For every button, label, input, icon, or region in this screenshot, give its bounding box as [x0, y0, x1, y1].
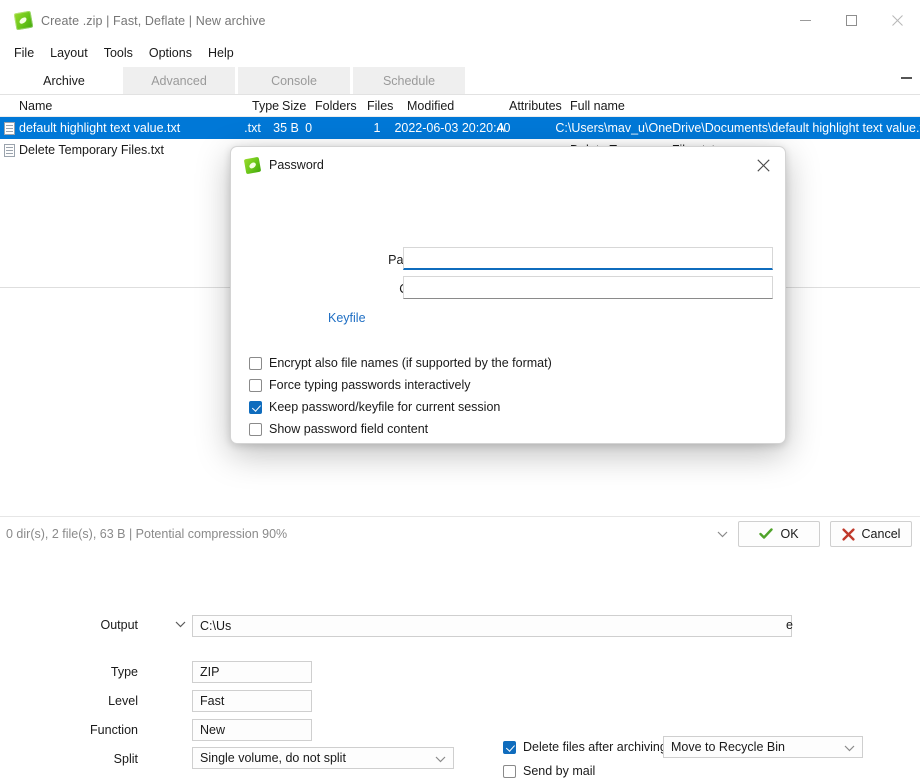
level-combo[interactable]: Fast — [192, 690, 312, 712]
function-combo[interactable]: New — [192, 719, 312, 741]
checkbox-box — [503, 764, 516, 778]
checkbox-box — [249, 422, 262, 436]
password-dialog-title-bar: Password — [231, 147, 785, 183]
password-dialog: Password Password Confirm Keyfile Encryp… — [230, 146, 786, 444]
keep-password-session-label: Keep password/keyfile for current sessio… — [269, 400, 501, 414]
split-value: Single volume, do not split — [200, 751, 346, 765]
password-dialog-body: Password Confirm Keyfile Encrypt also fi… — [231, 183, 785, 443]
encrypt-file-names-checkbox[interactable]: Encrypt also file names (if supported by… — [249, 356, 552, 370]
delete-mode-value: Move to Recycle Bin — [671, 740, 785, 754]
keyfile-link[interactable]: Keyfile — [328, 311, 366, 325]
split-label: Split — [113, 752, 138, 766]
send-by-mail-checkbox[interactable]: Send by mail — [503, 764, 595, 778]
show-password-content-label: Show password field content — [269, 422, 429, 436]
delete-mode-combo[interactable]: Move to Recycle Bin — [663, 736, 863, 758]
output-path-value: C:\Us — [200, 619, 232, 633]
send-by-mail-label: Send by mail — [523, 764, 596, 778]
level-label: Level — [108, 694, 138, 708]
password-input[interactable] — [403, 247, 773, 270]
function-value: New — [200, 723, 226, 737]
checkbox-box — [249, 378, 262, 392]
password-dialog-title: Password — [269, 158, 324, 172]
checkbox-box — [503, 740, 516, 754]
keep-password-session-checkbox[interactable]: Keep password/keyfile for current sessio… — [249, 400, 500, 414]
output-label: Output — [100, 618, 138, 632]
type-label: Type — [110, 665, 138, 679]
peazip-leaf-icon — [243, 156, 262, 174]
split-chevron-down-icon — [435, 756, 446, 763]
partial-label-fragment: e — [786, 618, 793, 632]
checkbox-box — [249, 400, 262, 414]
force-typing-passwords-label: Force typing passwords interactively — [269, 378, 471, 392]
split-combo[interactable]: Single volume, do not split — [192, 747, 454, 769]
delete-after-archiving-checkbox[interactable]: Delete files after archiving — [503, 740, 667, 754]
output-chevron-down-icon[interactable] — [175, 621, 186, 628]
delete-after-archiving-label: Delete files after archiving — [523, 740, 667, 754]
level-value: Fast — [200, 694, 225, 708]
close-icon[interactable] — [741, 147, 785, 183]
modal-scrim: Password Password Confirm Keyfile Encryp… — [0, 0, 920, 551]
output-path-combo[interactable]: C:\Us — [192, 615, 792, 637]
function-label: Function — [90, 723, 138, 737]
force-typing-passwords-checkbox[interactable]: Force typing passwords interactively — [249, 378, 470, 392]
show-password-content-checkbox[interactable]: Show password field content — [249, 422, 428, 436]
encrypt-file-names-label: Encrypt also file names (if supported by… — [269, 356, 552, 370]
type-value: ZIP — [200, 665, 220, 679]
checkbox-box — [249, 356, 262, 370]
delete-mode-chevron-down-icon — [844, 745, 855, 752]
confirm-input[interactable] — [403, 276, 773, 299]
type-combo[interactable]: ZIP — [192, 661, 312, 683]
